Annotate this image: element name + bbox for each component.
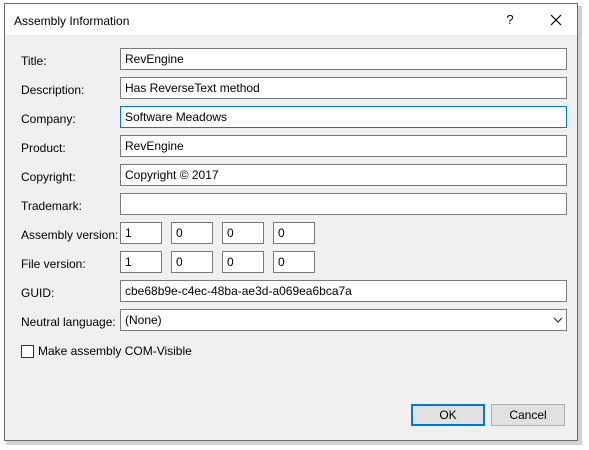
assembly-information-dialog: Assembly Information ? Title: RevEngine … [4, 3, 578, 441]
assembly-version-revision[interactable]: 0 [273, 222, 315, 244]
assembly-version-label: Assembly version: [21, 228, 119, 242]
file-version-revision[interactable]: 0 [273, 251, 315, 273]
close-button[interactable] [541, 7, 571, 33]
neutral-language-select[interactable]: (None) [120, 309, 567, 331]
copyright-field[interactable]: Copyright © 2017 [120, 164, 567, 186]
title-label: Title: [21, 54, 47, 68]
assembly-version-build[interactable]: 0 [222, 222, 264, 244]
file-version-label: File version: [21, 257, 86, 271]
help-button[interactable]: ? [495, 7, 525, 33]
description-label: Description: [21, 83, 85, 97]
product-label: Product: [21, 141, 66, 155]
dialog-title: Assembly Information [14, 14, 130, 28]
assembly-version-major[interactable]: 1 [120, 222, 162, 244]
trademark-field[interactable] [120, 193, 567, 215]
neutral-language-value: (None) [125, 313, 162, 327]
description-field[interactable]: Has ReverseText method [120, 77, 567, 99]
neutral-language-label: Neutral language: [21, 315, 116, 329]
file-version-major[interactable]: 1 [120, 251, 162, 273]
chevron-down-icon [553, 317, 563, 323]
close-icon [550, 14, 562, 26]
trademark-label: Trademark: [21, 199, 82, 213]
cancel-button[interactable]: Cancel [491, 404, 565, 426]
company-field[interactable]: Software Meadows [120, 106, 567, 128]
guid-field[interactable]: cbe68b9e-c4ec-48ba-ae3d-a069ea6bca7a [120, 280, 567, 302]
company-label: Company: [21, 112, 76, 126]
title-bar: Assembly Information ? [5, 4, 577, 35]
copyright-label: Copyright: [21, 170, 76, 184]
com-visible-label[interactable]: Make assembly COM-Visible [38, 344, 192, 358]
assembly-version-minor[interactable]: 0 [171, 222, 213, 244]
com-visible-checkbox[interactable] [21, 345, 34, 358]
ok-button[interactable]: OK [411, 404, 485, 426]
file-version-build[interactable]: 0 [222, 251, 264, 273]
title-field[interactable]: RevEngine [120, 48, 567, 70]
file-version-minor[interactable]: 0 [171, 251, 213, 273]
guid-label: GUID: [21, 286, 55, 300]
product-field[interactable]: RevEngine [120, 135, 567, 157]
